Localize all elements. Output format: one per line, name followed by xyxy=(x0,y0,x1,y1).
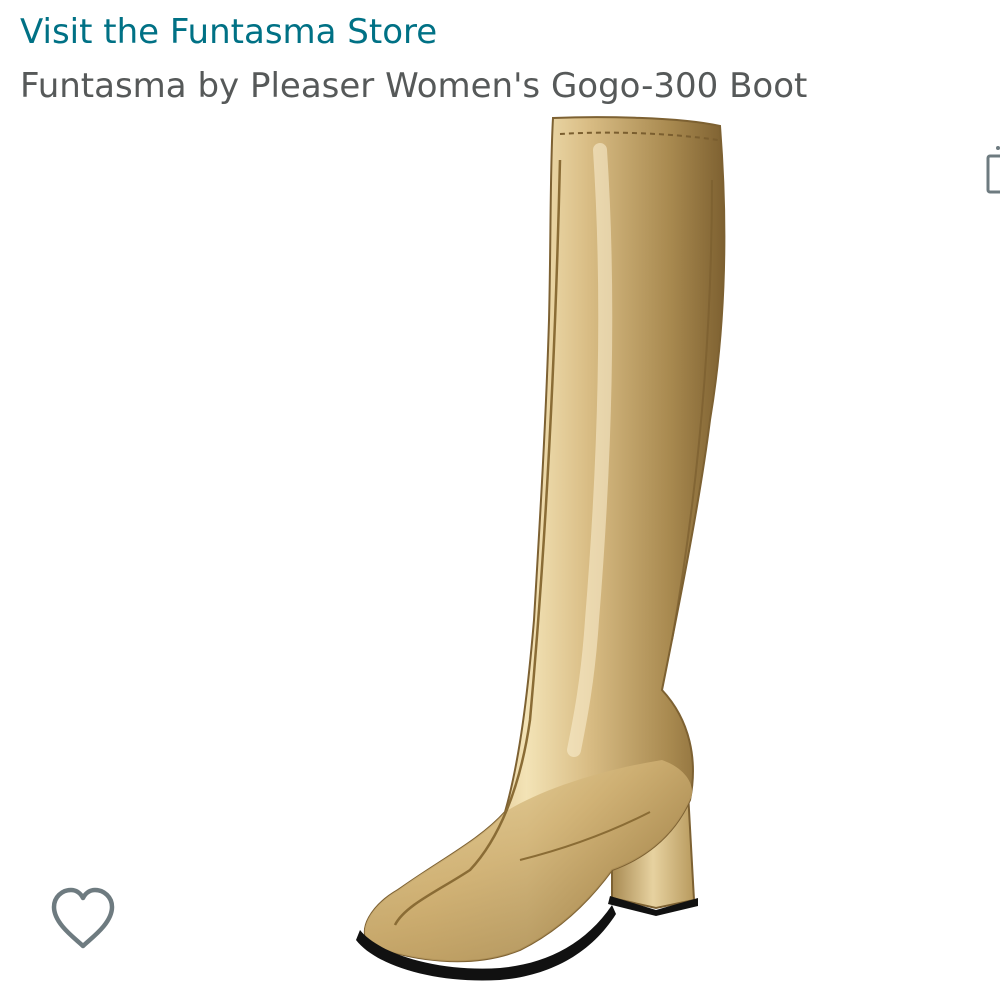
share-icon[interactable] xyxy=(984,142,1000,198)
product-title: Funtasma by Pleaser Women's Gogo-300 Boo… xyxy=(20,66,808,106)
product-image-boot xyxy=(356,116,726,981)
product-page: Visit the Funtasma Store Funtasma by Ple… xyxy=(0,0,1000,1000)
visit-store-link[interactable]: Visit the Funtasma Store xyxy=(20,10,437,54)
wishlist-heart-icon[interactable] xyxy=(46,884,120,954)
product-image-gallery[interactable] xyxy=(0,110,1000,1000)
